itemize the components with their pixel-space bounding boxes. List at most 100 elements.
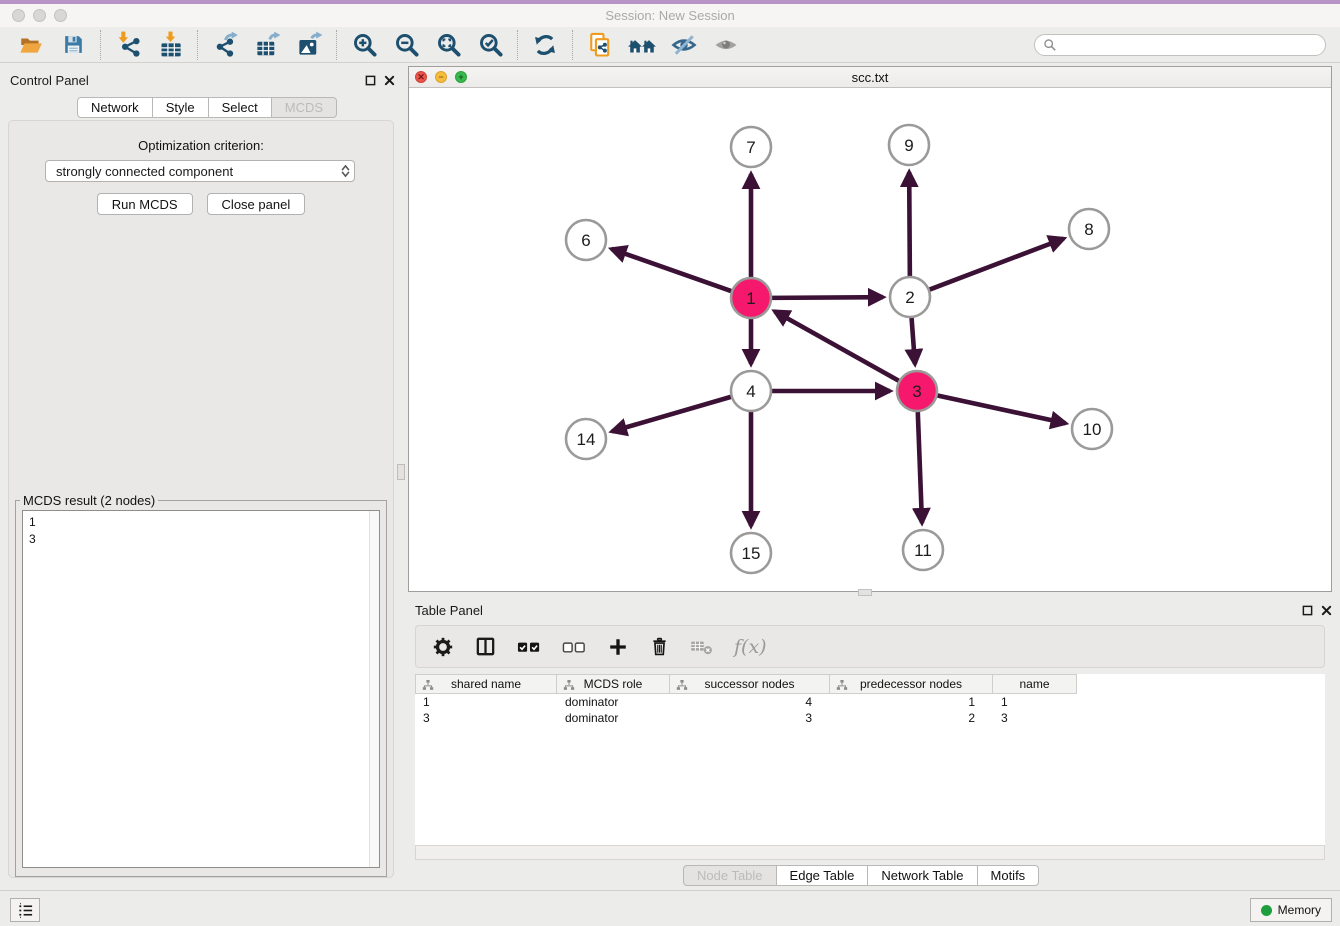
graph-node-4[interactable]: 4 bbox=[731, 371, 771, 411]
show-all-button[interactable] bbox=[705, 29, 747, 61]
close-panel-icon[interactable] bbox=[384, 75, 395, 86]
tab-select[interactable]: Select bbox=[209, 97, 272, 118]
deselect-all-columns-icon[interactable] bbox=[562, 640, 587, 654]
graph-node-label: 8 bbox=[1084, 220, 1093, 239]
tab-mcds[interactable]: MCDS bbox=[272, 97, 337, 118]
table-cell[interactable]: 3 bbox=[415, 710, 557, 726]
mcds-panel: Optimization criterion: strongly connect… bbox=[8, 120, 394, 878]
table-cell[interactable]: 2 bbox=[830, 710, 993, 726]
column-header-shared-name[interactable]: shared name bbox=[415, 674, 557, 694]
zoom-out-button[interactable] bbox=[385, 29, 427, 61]
network-graph[interactable]: 7 9 6 8 1 2 4 3 14 10 15 11 bbox=[409, 88, 1331, 591]
result-scrollbar[interactable] bbox=[369, 511, 379, 867]
graph-node-9[interactable]: 9 bbox=[889, 125, 929, 165]
graph-edge-3-11[interactable] bbox=[918, 412, 922, 523]
network-window-titlebar[interactable]: ✕ − + scc.txt bbox=[409, 67, 1331, 88]
zoom-fit-button[interactable] bbox=[427, 29, 469, 61]
run-mcds-button[interactable]: Run MCDS bbox=[97, 193, 193, 215]
show-columns-icon[interactable] bbox=[474, 635, 497, 658]
select-all-columns-icon[interactable] bbox=[517, 640, 542, 654]
graph-node-11[interactable]: 11 bbox=[903, 530, 943, 570]
export-image-button[interactable] bbox=[288, 29, 330, 61]
graph-edge-1-2[interactable] bbox=[772, 297, 883, 298]
graph-edge-3-1[interactable] bbox=[775, 311, 899, 381]
tab-network[interactable]: Network bbox=[77, 97, 153, 118]
toolbar-separator bbox=[100, 30, 101, 60]
graph-edge-4-14[interactable] bbox=[612, 397, 731, 432]
graph-node-6[interactable]: 6 bbox=[566, 220, 606, 260]
close-table-panel-icon[interactable] bbox=[1321, 605, 1332, 616]
table-cell[interactable]: dominator bbox=[557, 710, 670, 726]
zoom-selected-icon bbox=[477, 31, 504, 58]
open-file-button[interactable] bbox=[10, 29, 52, 61]
search-box[interactable] bbox=[1034, 34, 1326, 56]
float-table-panel-icon[interactable] bbox=[1302, 605, 1313, 616]
memory-button[interactable]: Memory bbox=[1250, 898, 1332, 922]
delete-column-icon[interactable] bbox=[649, 636, 670, 658]
export-table-button[interactable] bbox=[246, 29, 288, 61]
tab-motifs[interactable]: Motifs bbox=[978, 865, 1040, 886]
export-network-button[interactable] bbox=[204, 29, 246, 61]
graph-node-8[interactable]: 8 bbox=[1069, 209, 1109, 249]
tab-network-table[interactable]: Network Table bbox=[868, 865, 977, 886]
refresh-button[interactable] bbox=[524, 29, 566, 61]
vertical-splitter-grip[interactable] bbox=[397, 464, 405, 480]
network-close-button[interactable]: ✕ bbox=[415, 71, 427, 83]
table-cell[interactable]: 4 bbox=[670, 694, 830, 710]
close-panel-button[interactable]: Close panel bbox=[207, 193, 306, 215]
app-window: { "window": { "title": "Session: New Ses… bbox=[0, 0, 1340, 926]
table-settings-gear-icon[interactable] bbox=[432, 636, 454, 658]
graph-edge-2-9[interactable] bbox=[909, 172, 910, 276]
graph-edge-1-6[interactable] bbox=[611, 249, 731, 291]
titlebar[interactable]: Session: New Session bbox=[0, 4, 1340, 27]
column-header-predecessor-nodes[interactable]: predecessor nodes bbox=[830, 674, 993, 694]
clone-network-button[interactable] bbox=[579, 29, 621, 61]
import-table-button[interactable] bbox=[149, 29, 191, 61]
tab-edge-table[interactable]: Edge Table bbox=[777, 865, 869, 886]
table-cell[interactable]: 1 bbox=[830, 694, 993, 710]
zoom-selected-button[interactable] bbox=[469, 29, 511, 61]
table-scrollbar[interactable] bbox=[415, 845, 1325, 860]
first-neighbors-button[interactable] bbox=[621, 29, 663, 61]
hide-selected-button[interactable] bbox=[663, 29, 705, 61]
column-header-successor-nodes[interactable]: successor nodes bbox=[670, 674, 830, 694]
network-window-title: scc.txt bbox=[409, 70, 1331, 85]
graph-node-1[interactable]: 1 bbox=[731, 278, 771, 318]
graph-node-7[interactable]: 7 bbox=[731, 127, 771, 167]
column-header-name[interactable]: name bbox=[993, 674, 1077, 694]
graph-edge-3-10[interactable] bbox=[938, 395, 1066, 423]
table-cell[interactable]: 3 bbox=[993, 710, 1077, 726]
graph-node-15[interactable]: 15 bbox=[731, 533, 771, 573]
network-minimize-button[interactable]: − bbox=[435, 71, 447, 83]
search-input[interactable] bbox=[1062, 38, 1317, 52]
table-cell[interactable]: 1 bbox=[993, 694, 1077, 710]
import-network-button[interactable] bbox=[107, 29, 149, 61]
task-history-button[interactable] bbox=[10, 898, 40, 922]
graph-node-label: 9 bbox=[904, 136, 913, 155]
graph-edge-2-8[interactable] bbox=[930, 239, 1064, 290]
network-canvas[interactable]: 7 9 6 8 1 2 4 3 14 10 15 11 bbox=[409, 88, 1331, 591]
table-cell[interactable]: 1 bbox=[415, 694, 557, 710]
toolbar-separator bbox=[572, 30, 573, 60]
tab-node-table[interactable]: Node Table bbox=[683, 865, 777, 886]
graph-node-3[interactable]: 3 bbox=[897, 371, 937, 411]
mcds-result-textarea[interactable]: 1 3 bbox=[22, 510, 380, 868]
graph-node-2[interactable]: 2 bbox=[890, 277, 930, 317]
table-toolbar: f(x) bbox=[415, 625, 1325, 668]
graph-edge-2-3[interactable] bbox=[912, 318, 915, 364]
add-column-icon[interactable] bbox=[607, 636, 629, 658]
tab-style[interactable]: Style bbox=[153, 97, 209, 118]
optimization-criterion-select[interactable]: strongly connected component bbox=[45, 160, 355, 182]
network-maximize-button[interactable]: + bbox=[455, 71, 467, 83]
float-panel-icon[interactable] bbox=[365, 75, 376, 86]
horizontal-splitter-grip[interactable] bbox=[858, 589, 872, 596]
graph-node-14[interactable]: 14 bbox=[566, 419, 606, 459]
table-row[interactable]: 1dominator411 bbox=[415, 694, 1325, 710]
column-header-mcds-role[interactable]: MCDS role bbox=[557, 674, 670, 694]
table-row[interactable]: 3dominator323 bbox=[415, 710, 1325, 726]
table-cell[interactable]: 3 bbox=[670, 710, 830, 726]
table-cell[interactable]: dominator bbox=[557, 694, 670, 710]
zoom-in-button[interactable] bbox=[343, 29, 385, 61]
graph-node-10[interactable]: 10 bbox=[1072, 409, 1112, 449]
save-session-button[interactable] bbox=[52, 29, 94, 61]
